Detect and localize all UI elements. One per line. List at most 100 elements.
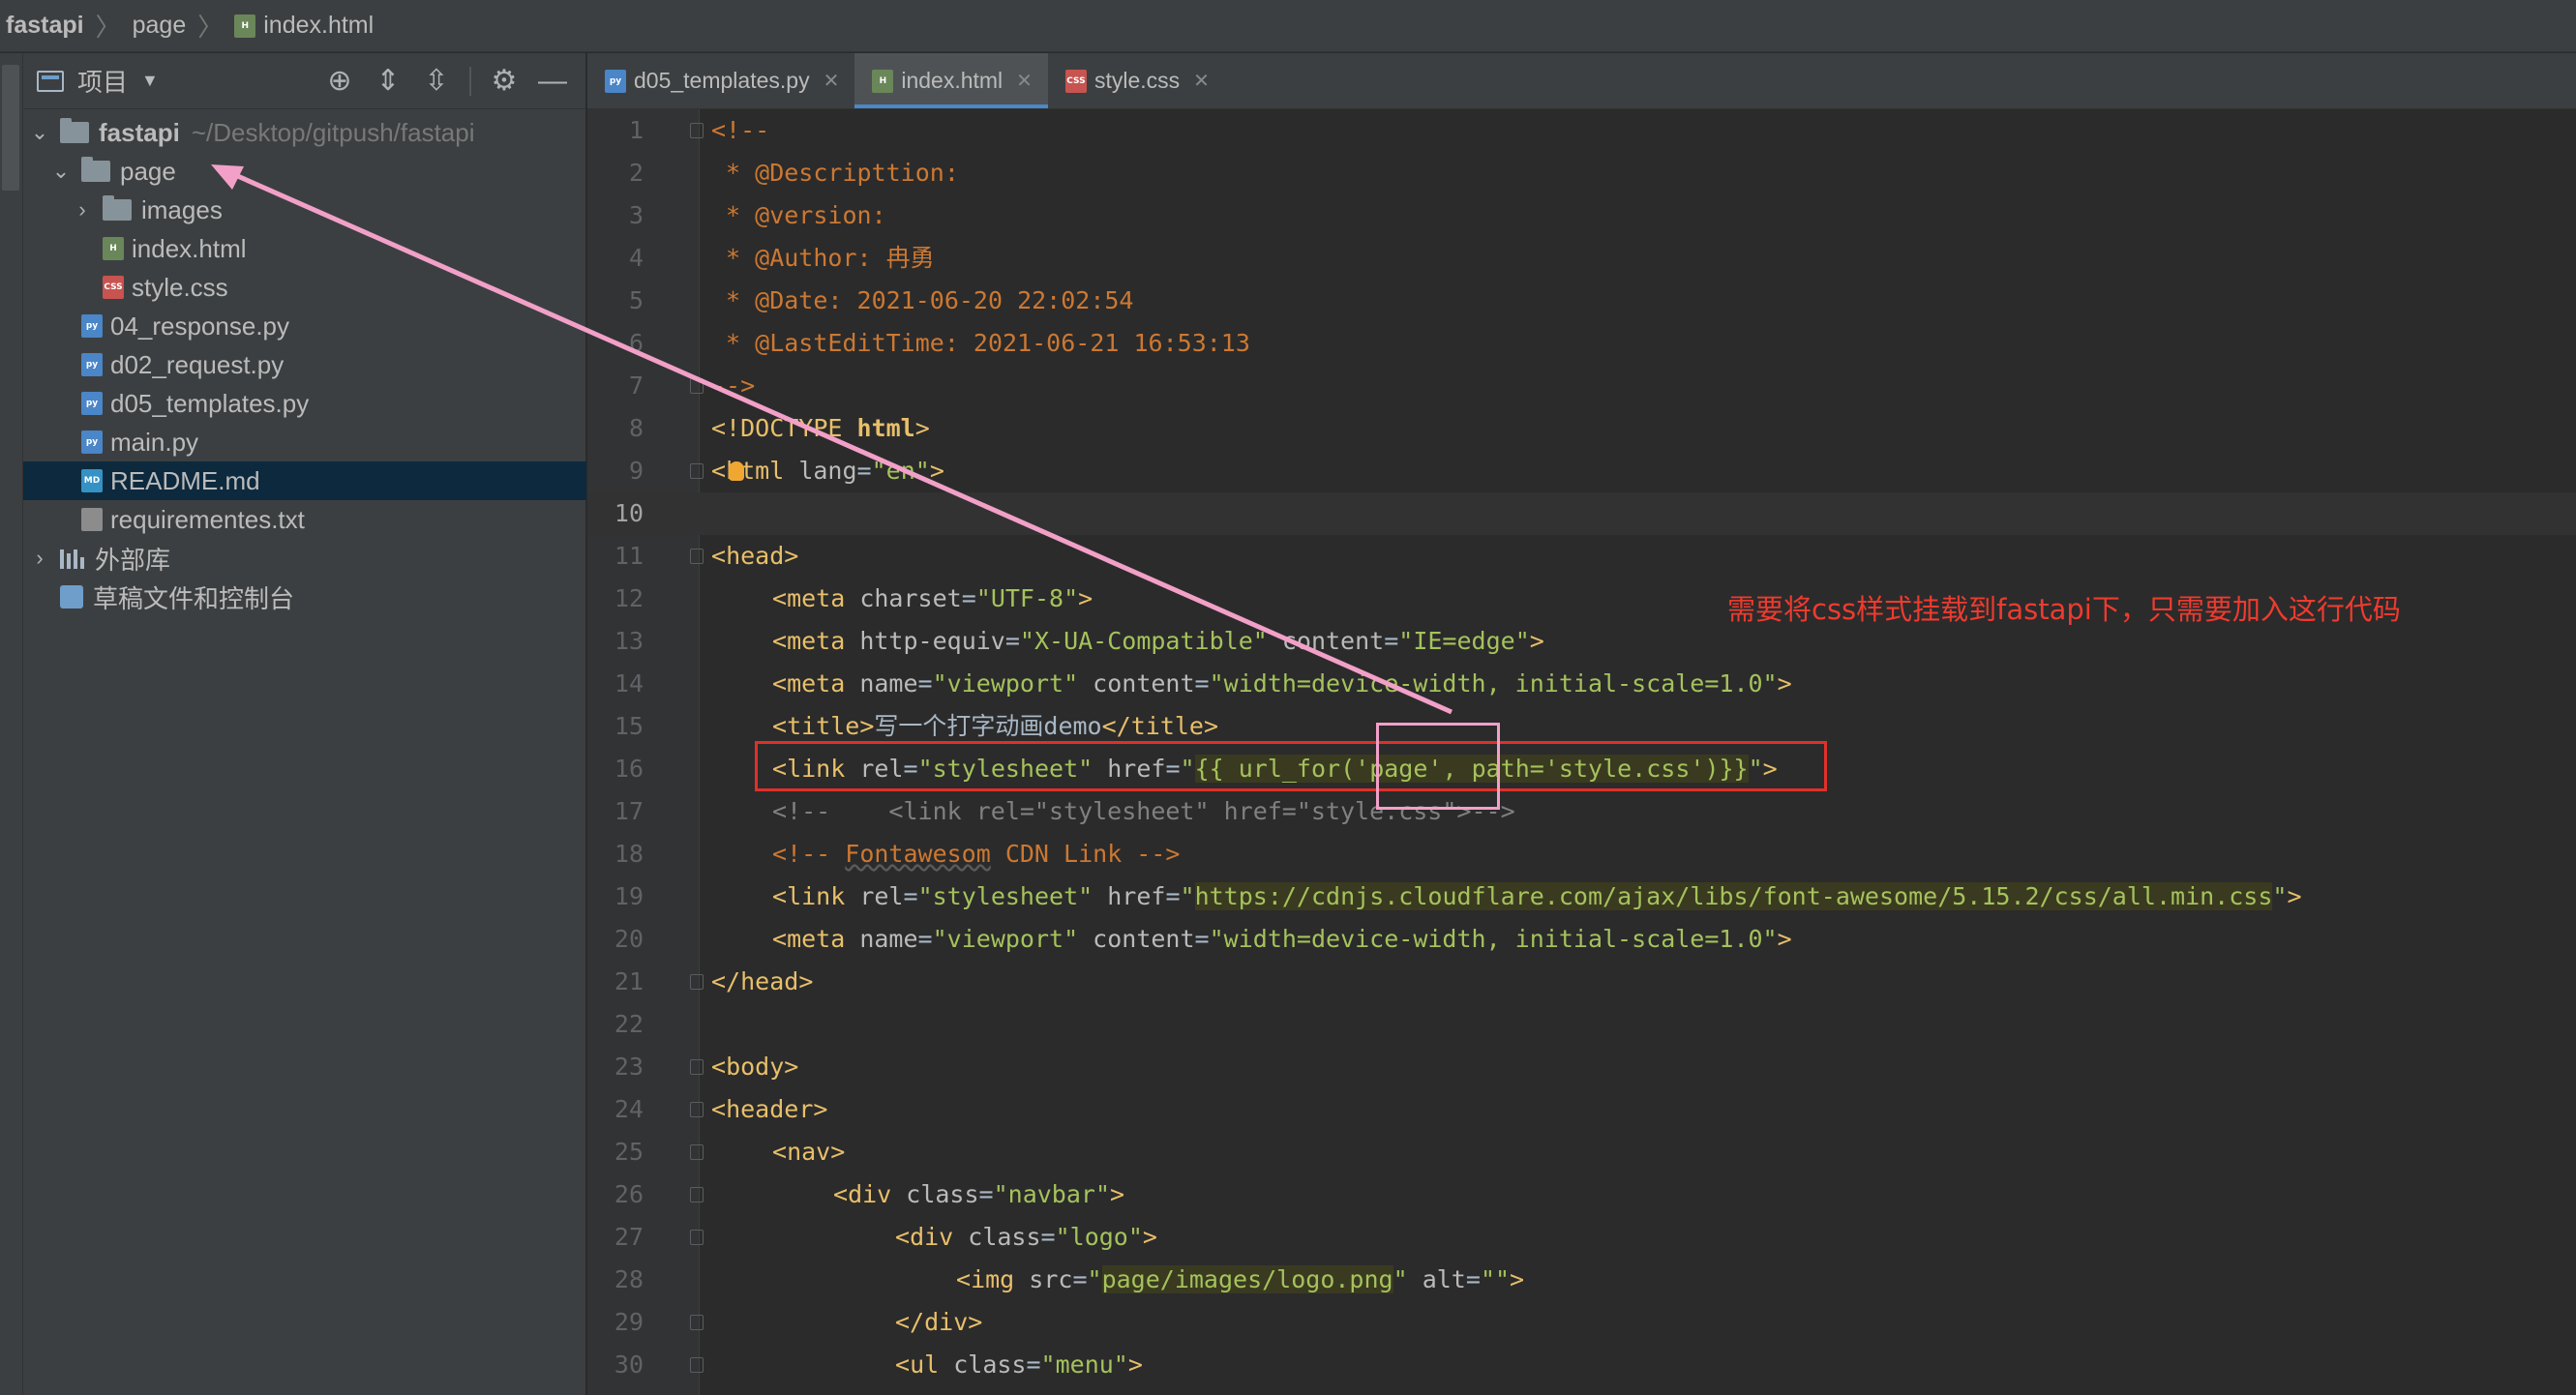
fold-marker-icon[interactable]: [690, 1187, 704, 1202]
tab-label: index.html: [901, 68, 1003, 93]
intention-bulb-icon[interactable]: [729, 461, 744, 481]
line-number: 22: [614, 1010, 644, 1038]
tab-style-css[interactable]: CSS style.css ✕: [1048, 53, 1225, 108]
fold-marker-icon[interactable]: [690, 123, 704, 138]
project-tool-button[interactable]: [2, 65, 19, 191]
code-line[interactable]: 18 <!-- Fontawesom CDN Link -->: [587, 833, 2576, 876]
code-text: * @LastEditTime: 2021-06-21 16:53:13: [711, 329, 1250, 357]
tab-label: style.css: [1093, 68, 1181, 93]
code-line[interactable]: 20 <meta name="viewport" content="width=d…: [587, 918, 2576, 961]
tree-item-page[interactable]: ⌄ page: [23, 152, 586, 191]
code-line[interactable]: 17 <!-- <link rel="stylesheet" href="styl…: [587, 790, 2576, 833]
fold-marker-icon[interactable]: [690, 463, 704, 479]
tree-root-fastapi[interactable]: ⌄ fastapi ~/Desktop/gitpush/fastapi: [23, 113, 586, 152]
tree-item-d02-request[interactable]: py d02_request.py: [23, 345, 586, 384]
tree-item-04-response[interactable]: py 04_response.py: [23, 307, 586, 345]
tree-item-requirements[interactable]: requirementes.txt: [23, 500, 586, 539]
project-panel-title[interactable]: 项目: [77, 63, 128, 99]
code-line[interactable]: 7 -->: [587, 365, 2576, 407]
tree-item-d05-templates[interactable]: py d05_templates.py: [23, 384, 586, 423]
code-text: * @Date: 2021-06-20 22:02:54: [711, 286, 1134, 314]
breadcrumb-project[interactable]: fastapi: [6, 12, 84, 40]
code-line[interactable]: 14 <meta name="viewport" content="width=d…: [587, 663, 2576, 705]
code-text: <!-- Fontawesom CDN Link -->: [772, 840, 1181, 868]
tree-item-style-css[interactable]: CSS style.css: [23, 268, 586, 307]
fold-marker-icon[interactable]: [690, 1315, 704, 1330]
scratches-icon: [60, 585, 83, 608]
code-line[interactable]: 28 <img src="page/images/logo.png" alt=""…: [587, 1259, 2576, 1301]
code-line[interactable]: 25 <nav>: [587, 1131, 2576, 1173]
fold-marker-icon[interactable]: [690, 974, 704, 990]
fold-marker-icon[interactable]: [690, 1144, 704, 1160]
code-editor[interactable]: 1 <!-- 2 * @Descripttion: 3 * @version: 4…: [587, 109, 2576, 1395]
code-line[interactable]: 2 * @Descripttion:: [587, 152, 2576, 194]
code-line[interactable]: 1 <!--: [587, 109, 2576, 152]
line-number: 5: [628, 286, 644, 314]
fold-marker-icon[interactable]: [690, 1357, 704, 1373]
code-text: </div>: [895, 1308, 983, 1336]
collapse-all-icon[interactable]: ⇳: [421, 67, 452, 96]
code-line[interactable]: 26 <div class="navbar">: [587, 1173, 2576, 1216]
gear-icon[interactable]: ⚙: [489, 67, 520, 96]
tree-item-external-libs[interactable]: › 外部库: [23, 539, 586, 578]
expand-all-icon[interactable]: ⇕: [373, 67, 404, 96]
code-line[interactable]: 3 * @version:: [587, 194, 2576, 237]
breadcrumb-folder[interactable]: page: [133, 12, 187, 40]
code-line[interactable]: 11 <head>: [587, 535, 2576, 578]
line-number: 12: [614, 584, 644, 612]
line-number: 6: [628, 329, 644, 357]
tree-item-index-html[interactable]: H index.html: [23, 229, 586, 268]
code-line[interactable]: 29 </div>: [587, 1301, 2576, 1344]
chevron-down-icon[interactable]: ⌄: [50, 159, 72, 184]
chevron-down-icon[interactable]: ⌄: [29, 120, 50, 145]
fold-marker-icon[interactable]: [690, 378, 704, 394]
line-number: 7: [628, 371, 644, 400]
fold-marker-icon[interactable]: [690, 1230, 704, 1245]
code-line[interactable]: 24 <header>: [587, 1088, 2576, 1131]
code-line[interactable]: 9 <html lang="en">: [587, 450, 2576, 492]
code-line[interactable]: 19 <link rel="stylesheet" href="https://c…: [587, 876, 2576, 918]
close-icon[interactable]: ✕: [1016, 69, 1033, 93]
minimize-icon[interactable]: —: [537, 67, 568, 96]
tab-d05-templates[interactable]: py d05_templates.py ✕: [587, 53, 854, 108]
python-file-icon: py: [81, 353, 103, 376]
tree-item-images[interactable]: › images: [23, 191, 586, 229]
tree-root-path: ~/Desktop/gitpush/fastapi: [191, 117, 475, 147]
tree-item-readme[interactable]: MD README.md: [23, 461, 586, 500]
code-line-current[interactable]: 10: [587, 492, 2576, 535]
code-line[interactable]: 21 </head>: [587, 961, 2576, 1003]
close-icon[interactable]: ✕: [1193, 69, 1210, 93]
fold-marker-icon[interactable]: [690, 1059, 704, 1075]
line-number: 13: [614, 627, 644, 655]
breadcrumb-file[interactable]: H index.html: [234, 12, 374, 40]
chevron-down-icon[interactable]: ▼: [141, 71, 159, 91]
code-line[interactable]: 23 <body>: [587, 1046, 2576, 1088]
code-line[interactable]: 30 <ul class="menu">: [587, 1344, 2576, 1386]
line-number: 18: [614, 840, 644, 868]
chevron-right-icon[interactable]: ›: [29, 546, 50, 571]
tab-index-html[interactable]: H index.html ✕: [854, 53, 1048, 108]
fold-marker-icon[interactable]: [690, 549, 704, 564]
library-icon: [60, 548, 85, 569]
code-line[interactable]: 27 <div class="logo">: [587, 1216, 2576, 1259]
code-line[interactable]: 5 * @Date: 2021-06-20 22:02:54: [587, 280, 2576, 322]
code-line[interactable]: 4 * @Author: 冉勇: [587, 237, 2576, 280]
tree-item-scratches[interactable]: 草稿文件和控制台: [23, 578, 586, 616]
fold-marker-icon[interactable]: [690, 1102, 704, 1117]
close-icon[interactable]: ✕: [824, 69, 840, 93]
code-line[interactable]: 22: [587, 1003, 2576, 1046]
line-number: 1: [628, 116, 644, 144]
code-line[interactable]: 6 * @LastEditTime: 2021-06-21 16:53:13: [587, 322, 2576, 365]
line-number: 24: [614, 1095, 644, 1123]
chevron-right-icon[interactable]: ›: [72, 197, 93, 223]
line-number: 28: [614, 1265, 644, 1293]
editor-tabs: py d05_templates.py ✕ H index.html ✕ CSS…: [587, 53, 2576, 109]
ide-window: fastapi 〉 page 〉 H index.html 项目 ▼ ⊕ ⇕ ⇳…: [0, 0, 2576, 1395]
folder-icon: [60, 118, 89, 143]
html-file-icon: H: [234, 14, 256, 38]
project-view-icon: [37, 70, 64, 92]
tree-item-main-py[interactable]: py main.py: [23, 423, 586, 461]
code-line[interactable]: 8 <!DOCTYPE html>: [587, 407, 2576, 450]
locate-icon[interactable]: ⊕: [324, 67, 355, 96]
line-number: 29: [614, 1308, 644, 1336]
